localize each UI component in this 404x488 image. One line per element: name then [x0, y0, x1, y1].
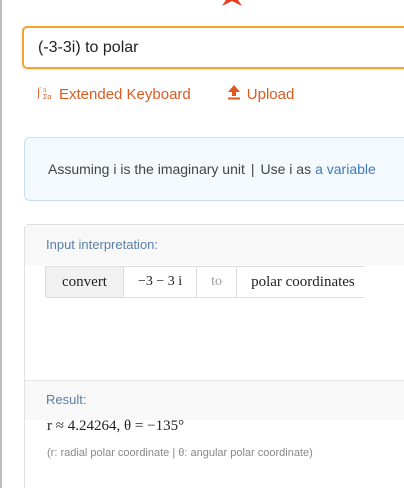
- result-note: (r: radial polar coordinate | θ: angular…: [47, 447, 313, 459]
- input-interpretation-table: convert −3 − 3 i to polar coordinates: [45, 266, 365, 298]
- use-as-variable-link[interactable]: a variable: [315, 161, 376, 177]
- interp-cell-target: polar coordinates: [251, 274, 355, 290]
- assumption-separator: |: [250, 161, 255, 177]
- keyboard-math-icon: ∫ π Σα: [36, 84, 53, 104]
- extended-keyboard-button[interactable]: ∫ π Σα Extended Keyboard: [36, 84, 191, 104]
- interp-cell-to: to: [197, 267, 238, 297]
- input-pod-header: Input interpretation:: [25, 225, 404, 265]
- extended-keyboard-label: Extended Keyboard: [59, 85, 191, 103]
- assumption-banner: Assuming i is the imaginary unit | Use i a…: [24, 137, 404, 201]
- svg-text:π: π: [43, 86, 47, 94]
- upload-arrow-icon: [227, 84, 241, 104]
- interp-cell-expression: −3 − 3 i: [124, 267, 198, 297]
- assumption-text-row: Assuming i is the imaginary unit | Use i a…: [48, 161, 376, 177]
- window-edge: [0, 0, 2, 488]
- search-box[interactable]: [22, 26, 404, 69]
- logo-star-icon: [220, 0, 244, 6]
- result-pod-header: Result:: [25, 380, 404, 420]
- results-card: Input interpretation: convert −3 − 3 i t…: [24, 224, 404, 488]
- result-value: r ≈ 4.24264, θ = −135°: [47, 418, 185, 434]
- assumption-alt-text: Use i as: [260, 161, 312, 177]
- svg-text:∫: ∫: [37, 85, 41, 99]
- input-pod-title: Input interpretation:: [46, 237, 159, 252]
- logo-wordmark: [270, 0, 390, 2]
- assumption-text: Assuming i is the imaginary unit: [48, 161, 245, 177]
- input-toolbar: ∫ π Σα Extended Keyboard Upload: [36, 83, 295, 105]
- result-pod-title: Result:: [46, 392, 87, 407]
- svg-text:Σα: Σα: [43, 94, 51, 100]
- upload-label: Upload: [246, 85, 295, 103]
- search-input[interactable]: [38, 28, 404, 67]
- upload-button[interactable]: Upload: [227, 84, 295, 104]
- interp-cell-convert: convert: [46, 267, 124, 297]
